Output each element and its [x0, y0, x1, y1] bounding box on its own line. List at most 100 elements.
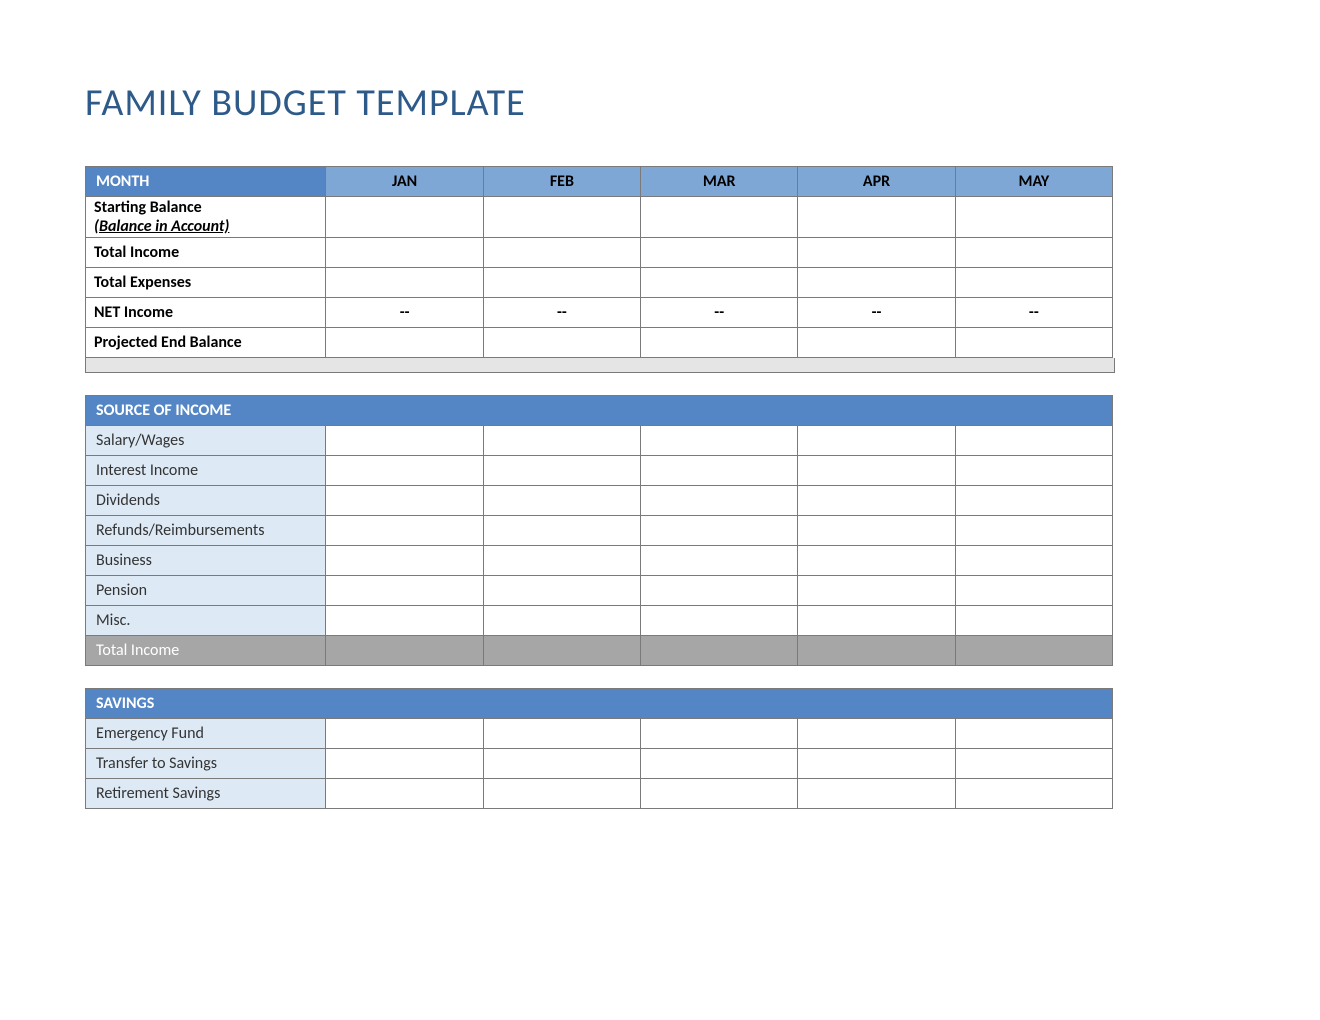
cell[interactable] — [483, 516, 640, 546]
month-head-apr: APR — [798, 167, 955, 197]
cell[interactable] — [641, 576, 798, 606]
cell[interactable] — [641, 426, 798, 456]
cell[interactable] — [326, 576, 483, 606]
cell[interactable] — [798, 749, 955, 779]
cell[interactable] — [483, 749, 640, 779]
cell[interactable] — [798, 328, 955, 358]
cell[interactable] — [798, 516, 955, 546]
cell[interactable] — [955, 486, 1112, 516]
cell[interactable] — [641, 486, 798, 516]
month-head-jan: JAN — [326, 167, 483, 197]
cell[interactable] — [955, 238, 1112, 268]
savings-table: SAVINGS Emergency Fund Transfer to Savin… — [85, 688, 1113, 809]
net-val: -- — [798, 298, 955, 328]
cell[interactable] — [326, 328, 483, 358]
savings-header: SAVINGS — [86, 689, 1113, 719]
income-label: Business — [86, 546, 326, 576]
cell[interactable] — [326, 197, 483, 238]
net-val: -- — [326, 298, 483, 328]
income-label: Pension — [86, 576, 326, 606]
cell[interactable] — [483, 328, 640, 358]
cell[interactable] — [798, 486, 955, 516]
cell[interactable] — [641, 779, 798, 809]
cell[interactable] — [798, 238, 955, 268]
cell[interactable] — [641, 456, 798, 486]
cell[interactable] — [641, 238, 798, 268]
cell[interactable] — [955, 546, 1112, 576]
cell[interactable] — [326, 779, 483, 809]
cell[interactable] — [326, 749, 483, 779]
cell[interactable] — [955, 749, 1112, 779]
cell[interactable] — [326, 546, 483, 576]
cell[interactable] — [798, 546, 955, 576]
income-row: Pension — [86, 576, 1113, 606]
cell[interactable] — [955, 426, 1112, 456]
cell[interactable] — [641, 606, 798, 636]
cell[interactable] — [326, 238, 483, 268]
total-expenses-label: Total Expenses — [86, 268, 326, 298]
cell[interactable] — [955, 197, 1112, 238]
cell[interactable] — [641, 328, 798, 358]
income-row: Dividends — [86, 486, 1113, 516]
income-row: Interest Income — [86, 456, 1113, 486]
starting-balance-label: Starting Balance — [94, 198, 324, 217]
income-row: Refunds/Reimbursements — [86, 516, 1113, 546]
cell[interactable] — [798, 779, 955, 809]
cell[interactable] — [798, 426, 955, 456]
cell — [483, 636, 640, 666]
cell[interactable] — [955, 576, 1112, 606]
cell[interactable] — [483, 606, 640, 636]
cell[interactable] — [641, 516, 798, 546]
income-table: SOURCE OF INCOME Salary/Wages Interest I… — [85, 395, 1113, 666]
cell[interactable] — [483, 576, 640, 606]
cell[interactable] — [483, 779, 640, 809]
cell[interactable] — [483, 268, 640, 298]
month-head-mar: MAR — [641, 167, 798, 197]
cell[interactable] — [483, 456, 640, 486]
cell[interactable] — [798, 576, 955, 606]
income-label: Refunds/Reimbursements — [86, 516, 326, 546]
savings-row: Transfer to Savings — [86, 749, 1113, 779]
net-income-row: NET Income -- -- -- -- -- — [86, 298, 1113, 328]
cell[interactable] — [955, 779, 1112, 809]
savings-label: Transfer to Savings — [86, 749, 326, 779]
cell[interactable] — [483, 426, 640, 456]
cell[interactable] — [326, 606, 483, 636]
cell[interactable] — [326, 456, 483, 486]
income-header-row: SOURCE OF INCOME — [86, 396, 1113, 426]
cell[interactable] — [326, 268, 483, 298]
cell[interactable] — [483, 546, 640, 576]
cell[interactable] — [641, 546, 798, 576]
cell[interactable] — [955, 456, 1112, 486]
page-title: FAMILY BUDGET TEMPLATE — [85, 80, 1235, 126]
cell[interactable] — [641, 749, 798, 779]
cell[interactable] — [955, 268, 1112, 298]
income-row: Salary/Wages — [86, 426, 1113, 456]
cell[interactable] — [326, 719, 483, 749]
cell[interactable] — [798, 606, 955, 636]
cell[interactable] — [483, 486, 640, 516]
cell[interactable] — [798, 268, 955, 298]
cell[interactable] — [955, 328, 1112, 358]
cell[interactable] — [641, 197, 798, 238]
cell[interactable] — [798, 719, 955, 749]
net-val: -- — [955, 298, 1112, 328]
cell[interactable] — [483, 197, 640, 238]
cell[interactable] — [641, 719, 798, 749]
cell[interactable] — [326, 426, 483, 456]
cell[interactable] — [955, 719, 1112, 749]
cell[interactable] — [798, 456, 955, 486]
cell[interactable] — [326, 516, 483, 546]
income-total-row: Total Income — [86, 636, 1113, 666]
savings-row: Emergency Fund — [86, 719, 1113, 749]
cell[interactable] — [798, 197, 955, 238]
cell[interactable] — [326, 486, 483, 516]
starting-balance-row: Starting Balance (Balance in Account) — [86, 197, 1113, 238]
income-total-label: Total Income — [86, 636, 326, 666]
cell[interactable] — [483, 238, 640, 268]
cell[interactable] — [483, 719, 640, 749]
cell[interactable] — [955, 516, 1112, 546]
cell — [955, 636, 1112, 666]
cell[interactable] — [641, 268, 798, 298]
cell[interactable] — [955, 606, 1112, 636]
